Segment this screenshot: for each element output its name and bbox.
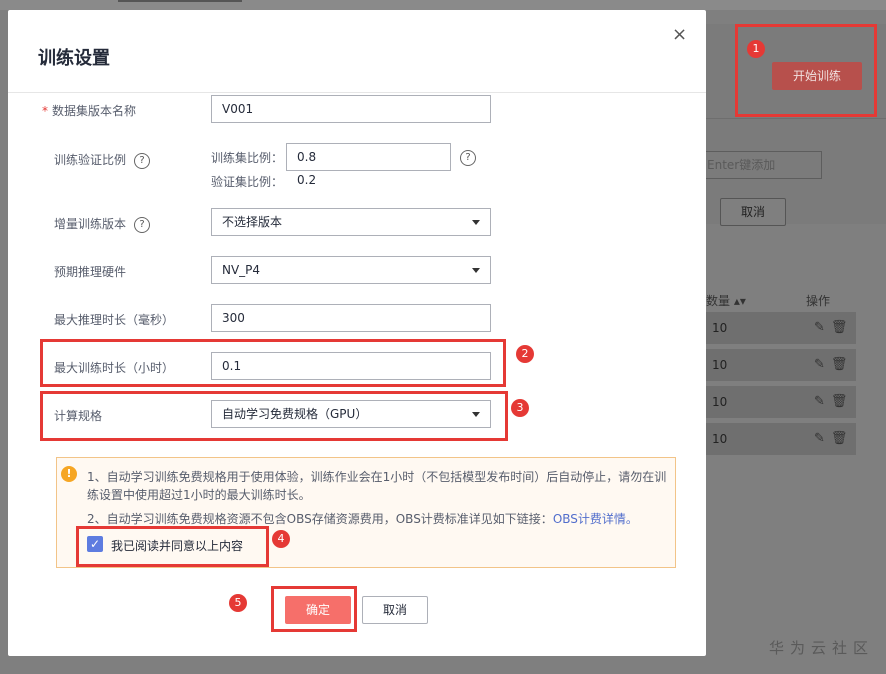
annotation-badge-1: 1 — [747, 40, 765, 58]
compute-spec-label: 计算规格 — [54, 409, 103, 423]
background-active-tab-line — [118, 0, 242, 2]
val-ratio-label: 验证集比例： — [211, 175, 284, 189]
table-row: 10 ✎🗑 — [706, 423, 856, 455]
notice-line-2: 2、自动学习训练免费规格资源不包含OBS存储资源费用，OBS计费标准详见如下链接… — [87, 510, 669, 528]
max-training-time-label: 最大训练时长（小时） — [54, 361, 175, 375]
help-icon[interactable]: ? — [460, 150, 476, 166]
chevron-down-icon — [472, 412, 480, 417]
inference-hardware-value: NV_P4 — [222, 263, 261, 277]
max-training-time-input[interactable]: 0.1 — [211, 352, 491, 380]
background-topbar — [0, 0, 886, 10]
table-cell-quantity: 10 — [712, 358, 728, 372]
edit-delete-icons[interactable]: ✎🗑 — [814, 394, 853, 409]
warning-icon: ! — [61, 466, 77, 482]
incremental-version-label: 增量训练版本? — [54, 215, 151, 233]
chevron-down-icon — [472, 268, 480, 273]
incremental-version-label-text: 增量训练版本 — [54, 217, 127, 231]
table-header-quantity[interactable]: 数量 ▴▾ — [706, 292, 746, 309]
background-cancel-button[interactable]: 取消 — [720, 198, 786, 226]
help-icon[interactable]: ? — [134, 152, 151, 169]
cancel-button[interactable]: 取消 — [362, 596, 428, 624]
table-cell-quantity: 10 — [712, 321, 728, 335]
table-row: 10 ✎🗑 — [706, 312, 856, 344]
max-inference-time-input[interactable]: 300 — [211, 304, 491, 332]
incremental-version-select[interactable]: 不选择版本 — [211, 208, 491, 236]
val-ratio-value: 0.2 — [297, 173, 317, 187]
table-cell-quantity: 10 — [712, 395, 728, 409]
obs-billing-link[interactable]: OBS计费详情。 — [553, 512, 638, 526]
help-icon[interactable]: ? — [134, 216, 151, 233]
annotation-badge-5: 5 — [229, 594, 247, 612]
annotation-badge-3: 3 — [511, 399, 529, 417]
dialog-divider — [8, 92, 706, 93]
dataset-version-label: * 数据集版本名称 — [42, 102, 136, 119]
background-panel — [706, 24, 886, 224]
annotation-badge-4: 4 — [272, 530, 290, 548]
edit-delete-icons[interactable]: ✎🗑 — [814, 320, 853, 335]
dataset-version-input[interactable]: V001 — [211, 95, 491, 123]
split-ratio-label-text: 训练验证比例 — [54, 153, 127, 167]
inference-hardware-select[interactable]: NV_P4 — [211, 256, 491, 284]
background-divider — [706, 118, 886, 119]
dataset-version-label-text: 数据集版本名称 — [52, 104, 137, 118]
inference-hardware-label: 预期推理硬件 — [54, 265, 127, 279]
notice-line-2-text: 2、自动学习训练免费规格资源不包含OBS存储资源费用，OBS计费标准详见如下链接… — [87, 512, 553, 526]
watermark: 华为云社区 — [768, 639, 874, 657]
edit-delete-icons[interactable]: ✎🗑 — [814, 357, 853, 372]
compute-spec-select[interactable]: 自动学习免费规格（GPU） — [211, 400, 491, 428]
incremental-version-value: 不选择版本 — [222, 215, 283, 229]
table-row: 10 ✎🗑 — [706, 386, 856, 418]
agree-checkbox[interactable]: ✓ — [87, 536, 103, 552]
max-inference-time-label: 最大推理时长（毫秒） — [54, 313, 175, 327]
close-icon[interactable]: × — [672, 24, 687, 45]
required-mark: * — [42, 104, 48, 118]
compute-spec-value: 自动学习免费规格（GPU） — [222, 407, 368, 421]
background-tag-input[interactable]: Enter键添加 — [700, 151, 822, 179]
table-row: 10 ✎🗑 — [706, 349, 856, 381]
table-header-ops: 操作 — [806, 294, 831, 308]
agree-label[interactable]: 我已阅读并同意以上内容 — [111, 537, 243, 554]
dialog-title: 训练设置 — [38, 48, 110, 69]
train-ratio-label: 训练集比例： — [211, 151, 284, 165]
train-ratio-input[interactable]: 0.8 — [286, 143, 451, 171]
training-settings-dialog: 训练设置 × * 数据集版本名称 V001 训练验证比例? 训练集比例： 0.8 … — [8, 10, 706, 656]
edit-delete-icons[interactable]: ✎🗑 — [814, 431, 853, 446]
free-spec-notice: ! 1、自动学习训练免费规格用于使用体验，训练作业会在1小时（不包括模型发布时间… — [56, 457, 676, 568]
annotation-badge-2: 2 — [516, 345, 534, 363]
notice-line-1: 1、自动学习训练免费规格用于使用体验，训练作业会在1小时（不包括模型发布时间）后… — [87, 470, 667, 502]
start-training-button[interactable]: 开始训练 — [772, 62, 862, 90]
table-cell-quantity: 10 — [712, 432, 728, 446]
confirm-button[interactable]: 确定 — [285, 596, 351, 624]
split-ratio-label: 训练验证比例? — [54, 151, 151, 169]
chevron-down-icon — [472, 220, 480, 225]
